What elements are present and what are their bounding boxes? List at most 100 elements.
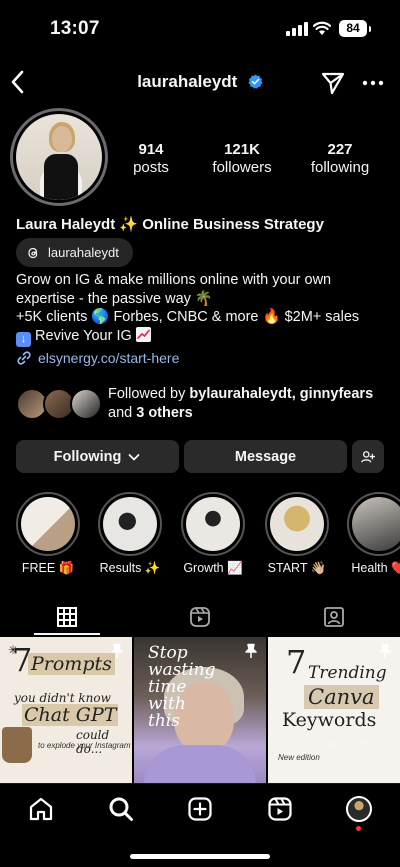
tab-reels[interactable]	[133, 598, 266, 636]
bio-line: expertise - the passive way 🌴	[16, 290, 213, 307]
profile-full-name: Laura Haleydt ✨ Online Business Strategy	[16, 216, 324, 233]
chart-increasing-emoji-icon	[135, 326, 151, 342]
post-text: New edition	[278, 753, 320, 762]
post-text: Chat GPT	[22, 704, 119, 726]
followed-by-text[interactable]: Followed by bylaurahaleydt, ginnyfears a…	[108, 385, 393, 422]
cellular-signal-icon	[286, 22, 308, 36]
bio-line: +5K clients 🌎 Forbes, CNBC & more 🔥 $2M+…	[16, 309, 360, 325]
following-button-label: Following	[53, 448, 122, 465]
post-text: Keywords	[282, 709, 377, 731]
reels-icon	[189, 607, 210, 627]
highlight-start[interactable]: START 👋🏼	[262, 492, 332, 576]
down-arrow-emoji-icon: ↓	[16, 331, 31, 347]
post-overlay-text: Stop wasting time with this	[148, 645, 216, 730]
nav-search[interactable]	[108, 796, 138, 826]
followed-by-names: bylaurahaleydt, ginnyfears	[189, 386, 374, 402]
post-tile[interactable]: Stop wasting time with this	[134, 637, 266, 783]
post-text: 7	[286, 643, 307, 681]
emoji-decoration-icons: ✂ ◉ ✦ ★	[308, 735, 368, 751]
bio-line: Grow on IG & make millions online with y…	[16, 272, 332, 288]
profile-tabs	[0, 598, 400, 636]
post-photo-subject	[144, 745, 256, 783]
mutual-followers-avatars[interactable]	[16, 388, 102, 420]
story-highlights: FREE 🎁 Results ✨ Growth 📈 START 👋🏼 Healt…	[0, 492, 400, 582]
post-text: Trending	[308, 663, 387, 683]
highlight-results[interactable]: Results ✨	[95, 492, 165, 576]
nav-avatar	[346, 796, 372, 822]
highlight-growth[interactable]: Growth 📈	[178, 492, 248, 576]
plus-square-icon	[188, 797, 212, 821]
nav-home[interactable]	[28, 796, 58, 826]
profile-link-text: elsynergy.co/start-here	[38, 350, 180, 366]
grid-icon	[56, 607, 77, 627]
stat-posts[interactable]: 914 posts	[103, 141, 199, 176]
message-button[interactable]: Message	[184, 440, 347, 473]
post-tile[interactable]: 7 Trending Canva Keywords ✂ ◉ ✦ ★ New ed…	[268, 637, 400, 783]
nav-profile[interactable]	[346, 796, 376, 831]
stat-label: followers	[212, 159, 272, 176]
highlight-label: Health ❤️	[351, 561, 400, 575]
highlight-free[interactable]: FREE 🎁	[13, 492, 83, 576]
nav-reels[interactable]	[267, 796, 297, 826]
post-text: this	[148, 711, 180, 731]
mutual-avatar	[70, 388, 102, 420]
clock: 13:07	[50, 18, 100, 39]
home-indicator	[130, 854, 270, 859]
stat-label: following	[310, 159, 370, 176]
home-icon	[29, 797, 53, 821]
stat-following[interactable]: 227 following	[292, 141, 388, 176]
pin-icon	[379, 643, 391, 658]
bio-line: Revive Your IG	[35, 327, 132, 344]
tab-tagged[interactable]	[267, 598, 400, 636]
tagged-icon	[323, 607, 344, 627]
bio-line-with-icons: ↓ Revive Your IG	[16, 326, 386, 347]
paper-plane-icon[interactable]	[320, 70, 346, 96]
profile-link[interactable]: elsynergy.co/start-here	[16, 350, 179, 366]
followed-by-and: and	[108, 404, 137, 421]
header-username: laurahaleydt	[137, 72, 238, 91]
profile-stats: 914 posts 121K followers 227 following	[110, 141, 400, 181]
nav-create[interactable]	[187, 796, 217, 826]
profile-header: laurahaleydt	[0, 62, 400, 102]
highlight-health[interactable]: Health ❤️	[344, 492, 400, 576]
profile-bio: Grow on IG & make millions online with y…	[16, 271, 386, 347]
stat-value: 914	[138, 141, 164, 158]
add-user-icon	[361, 450, 375, 462]
active-tab-indicator	[34, 633, 100, 635]
pin-icon	[245, 643, 257, 658]
suggested-users-button[interactable]	[352, 440, 384, 473]
posts-grid: ✳ 7 Prompts you didn't know Chat GPT cou…	[0, 637, 400, 783]
highlight-cover	[103, 497, 157, 551]
post-tile[interactable]: ✳ 7 Prompts you didn't know Chat GPT cou…	[0, 637, 132, 783]
stat-value: 227	[327, 141, 353, 158]
reels-icon	[268, 797, 292, 821]
cup-illustration	[2, 727, 32, 763]
battery-indicator: 84	[339, 20, 371, 37]
stat-label: posts	[133, 159, 169, 176]
tab-posts-grid[interactable]	[0, 598, 133, 636]
highlight-cover	[21, 497, 75, 551]
search-icon	[109, 797, 133, 821]
threads-handle: laurahaleydt	[48, 245, 119, 260]
highlight-cover	[352, 497, 400, 551]
chevron-down-icon	[128, 453, 140, 460]
highlight-label: Results ✨	[99, 561, 161, 575]
following-button[interactable]: Following	[16, 440, 179, 473]
threads-badge[interactable]: laurahaleydt	[16, 238, 133, 267]
avatar-image	[16, 114, 102, 200]
followed-by-prefix: Followed by	[108, 386, 190, 402]
notification-dot	[356, 826, 361, 831]
stat-followers[interactable]: 121K followers	[194, 141, 290, 176]
post-text: you didn't know	[14, 691, 111, 705]
highlight-label: FREE 🎁	[21, 561, 75, 575]
status-bar: 13:07 84	[0, 0, 400, 56]
profile-avatar[interactable]	[10, 108, 108, 206]
post-text: to explode your Instagram	[38, 741, 131, 750]
ellipsis-icon[interactable]	[360, 70, 386, 96]
post-text: Canva	[304, 685, 379, 709]
highlight-cover	[186, 497, 240, 551]
followed-by-others: 3 others	[136, 404, 193, 421]
message-button-label: Message	[234, 448, 297, 465]
highlight-cover	[270, 497, 324, 551]
link-icon	[17, 351, 31, 365]
